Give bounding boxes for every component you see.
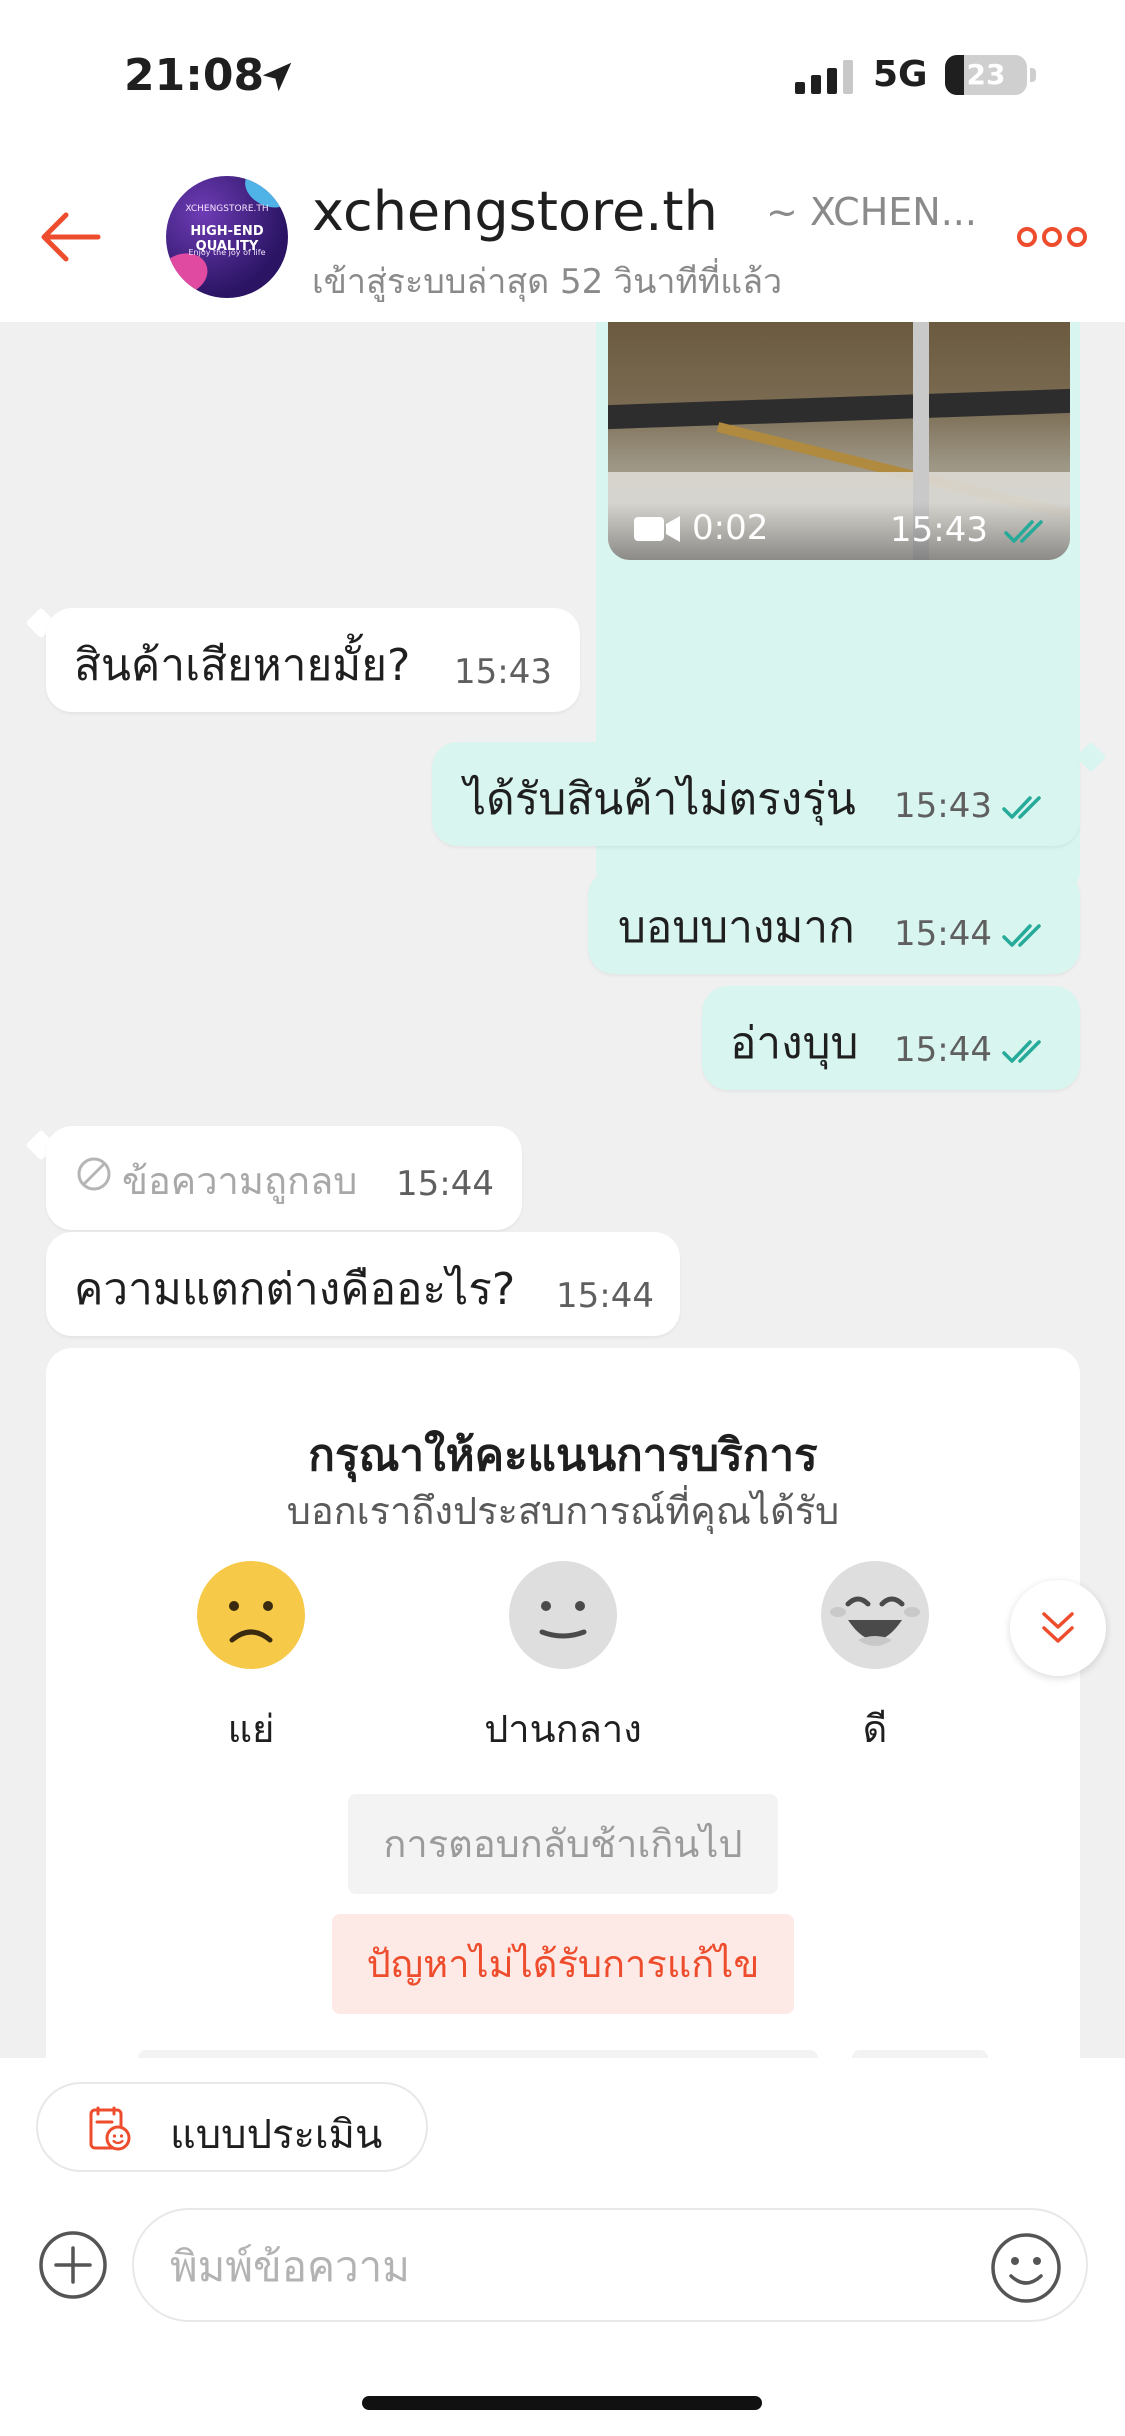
video-scene-pipe (608, 388, 1070, 430)
video-thumbnail[interactable]: 0:02 15:43 (608, 322, 1070, 560)
service-rating-card: กรุณาให้คะแนนการบริการ บอกเราถึงประสบการ… (46, 1348, 1080, 2058)
message-time: 15:44 (894, 914, 992, 954)
status-time: 21:08 (124, 50, 265, 101)
reason-chip-partial[interactable] (138, 2050, 818, 2058)
battery-icon: 23 (945, 55, 1027, 95)
chat-screen: 21:08 5G 23 XCHENGSTORE.TH HIGH-END QUAL… (0, 0, 1125, 2436)
video-camera-icon (634, 516, 680, 542)
evaluation-form-icon (89, 2106, 131, 2151)
location-arrow-icon (262, 62, 292, 92)
signal-bars-icon (795, 60, 853, 94)
shop-avatar[interactable]: XCHENGSTORE.TH HIGH-END QUALITY Enjoy th… (166, 176, 288, 298)
rating-option-bad[interactable]: แย่ (121, 1698, 381, 1759)
reason-chip-partial[interactable] (852, 2050, 988, 2058)
reason-chip-unresolved[interactable]: ปัญหาไม่ได้รับการแก้ไข (332, 1914, 794, 2014)
add-attachment-icon[interactable] (38, 2230, 108, 2300)
message-list[interactable]: 0:02 15:43 สินค้าเสียหายมั้ย? 15:43 ได้ร… (0, 322, 1125, 2058)
shop-name[interactable]: xchengstore.th (312, 180, 718, 243)
bubble-tail (1075, 741, 1107, 773)
status-bar: 21:08 5G 23 (0, 0, 1125, 150)
video-duration: 0:02 (692, 508, 769, 548)
emoji-icon[interactable] (990, 2232, 1062, 2304)
composer-area: แบบประเมิน (0, 2058, 1125, 2436)
read-checkmark-icon (1004, 520, 1043, 543)
message-bubble-incoming[interactable]: ความแตกต่างคืออะไร? 15:44 (46, 1232, 680, 1336)
read-checkmark-icon (1002, 924, 1041, 947)
more-options-icon[interactable] (1016, 224, 1088, 250)
read-checkmark-icon (1002, 1040, 1041, 1063)
message-bubble-deleted[interactable]: ข้อความถูกลบ 15:44 (46, 1126, 522, 1230)
message-input[interactable] (170, 2234, 990, 2298)
message-bubble-outgoing[interactable]: ได้รับสินค้าไม่ตรงรุ่น 15:43 (432, 742, 1080, 846)
evaluation-label: แบบประเมิน (170, 2112, 383, 2158)
network-type: 5G (873, 54, 928, 95)
shop-alias: ~ XCHEN... (766, 190, 977, 234)
deleted-message-text: ข้อความถูกลบ (122, 1159, 358, 1203)
message-bubble-outgoing[interactable]: อ่างบุบ 15:44 (702, 986, 1080, 1090)
rating-subtitle: บอกเราถึงประสบการณ์ที่คุณได้รับ (286, 1489, 840, 1533)
rating-option-good[interactable]: ดี (745, 1698, 1005, 1759)
message-text: ความแตกต่างคืออะไร? (74, 1264, 516, 1315)
chat-header: XCHENGSTORE.TH HIGH-END QUALITY Enjoy th… (0, 150, 1125, 322)
message-time: 15:44 (894, 1030, 992, 1070)
avatar-text: XCHENGSTORE.TH (185, 204, 269, 214)
deleted-message-icon (77, 1157, 111, 1191)
message-time: 15:43 (894, 786, 992, 826)
message-text: ได้รับสินค้าไม่ตรงรุ่น (464, 774, 856, 825)
message-time: 15:43 (454, 652, 552, 692)
evaluation-button[interactable]: แบบประเมิน (36, 2082, 428, 2172)
message-text: อ่างบุบ (730, 1018, 859, 1069)
happy-face-icon[interactable] (820, 1560, 930, 1670)
avatar-text: Enjoy the joy of life (188, 248, 266, 257)
battery-cap (1030, 68, 1036, 82)
sad-face-icon[interactable] (196, 1560, 306, 1670)
message-time: 15:44 (396, 1164, 494, 1204)
message-bubble-outgoing[interactable]: บอบบางมาก 15:44 (588, 870, 1080, 974)
message-bubble-incoming[interactable]: สินค้าเสียหายมั้ย? 15:43 (46, 608, 580, 712)
double-chevron-down-icon (1042, 1612, 1074, 1643)
message-time: 15:44 (556, 1276, 654, 1316)
battery-percent: 23 (966, 58, 1006, 91)
message-time: 15:43 (890, 510, 988, 550)
scroll-to-bottom-button[interactable] (1010, 1580, 1106, 1676)
home-indicator (362, 2396, 762, 2410)
last-seen-status: เข้าสู่ระบบล่าสุด 52 วินาทีที่แล้ว (312, 262, 783, 302)
reason-chip-slow-response[interactable]: การตอบกลับช้าเกินไป (348, 1794, 778, 1894)
message-text: สินค้าเสียหายมั้ย? (74, 640, 411, 691)
message-text: บอบบางมาก (618, 902, 855, 953)
neutral-face-icon[interactable] (508, 1560, 618, 1670)
message-input-container (132, 2208, 1088, 2322)
rating-option-neutral[interactable]: ปานกลาง (433, 1698, 693, 1759)
read-checkmark-icon (1002, 796, 1041, 819)
back-arrow-icon[interactable] (36, 200, 110, 274)
